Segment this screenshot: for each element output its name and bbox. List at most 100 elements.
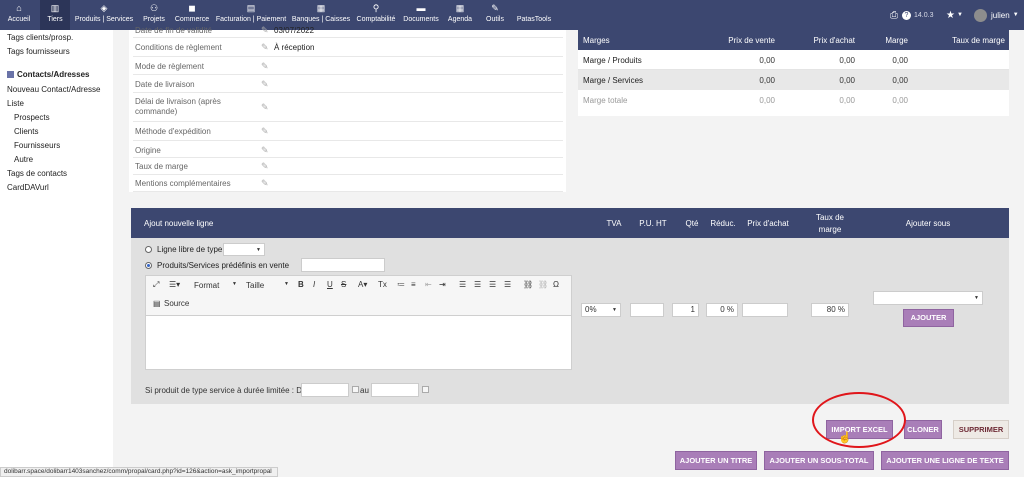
printer-icon[interactable]: ⎙ (890, 10, 898, 21)
pencil-icon[interactable]: ✎ (261, 25, 269, 36)
avatar[interactable] (974, 8, 987, 22)
style-icon[interactable]: ☰▾ (169, 280, 180, 289)
bold-icon[interactable]: B (298, 280, 304, 289)
nav-tiers[interactable]: ▥ Tiers (40, 0, 70, 30)
field-row-mentions: Mentions complémentaires ✎ (133, 175, 563, 192)
indent-icon[interactable]: ⇥ (439, 280, 446, 289)
nav-produits-services[interactable]: ◈ Produits | Services (73, 0, 135, 30)
tva-select[interactable]: 0% ▼ (581, 303, 621, 317)
pencil-icon[interactable]: ✎ (261, 42, 269, 53)
omega-icon[interactable]: Ω (553, 280, 559, 289)
sidebar-section-contacts[interactable]: Contacts/Adresses (7, 70, 89, 79)
radio-ligne-libre[interactable] (145, 246, 152, 253)
align-right-icon[interactable]: ☰ (489, 280, 496, 289)
sidebar-item-liste[interactable]: Liste (7, 99, 24, 108)
source-icon[interactable]: ▤ (153, 299, 161, 308)
field-label: Délai de livraison (après commande) (135, 97, 221, 116)
supprimer-button[interactable]: SUPPRIMER (953, 420, 1009, 439)
link-icon[interactable]: ⛓ (523, 280, 533, 289)
align-left-icon[interactable]: ☰ (459, 280, 466, 289)
field-row-taux-marge: Taux de marge ✎ (133, 158, 563, 175)
col-header-reduc: Réduc. (710, 219, 736, 228)
pencil-icon[interactable]: ✎ (261, 61, 269, 72)
home-icon: ⌂ (16, 3, 22, 13)
user-name[interactable]: julien (991, 11, 1010, 20)
size-dropdown[interactable]: Taille (246, 281, 264, 290)
sidebar-item-clients[interactable]: Clients (14, 127, 38, 136)
source-button[interactable]: Source (164, 299, 189, 308)
suitcase-icon: ◼ (188, 3, 196, 13)
pencil-icon[interactable]: ✎ (261, 178, 269, 189)
propal-fields: Date de fin de validité ✎ 03/07/2022 Con… (129, 25, 566, 192)
type-select[interactable]: ▼ (223, 243, 265, 256)
star-icon[interactable]: ★ (946, 10, 955, 21)
pencil-icon[interactable]: ✎ (261, 145, 269, 156)
ajouter-titre-button[interactable]: AJOUTER UN TITRE (675, 451, 757, 470)
sidebar-item-fournisseurs[interactable]: Fournisseurs (14, 141, 60, 150)
numbered-list-icon[interactable]: ≔ (397, 280, 405, 289)
sidebar-item-nouveau-contact[interactable]: Nouveau Contact/Adresse (7, 85, 100, 94)
maximize-icon[interactable]: ⤢ (153, 280, 159, 290)
chevron-down-icon[interactable]: ▼ (957, 12, 963, 18)
outdent-icon[interactable]: ⇤ (425, 280, 432, 289)
table-row: Marge / Produits 0,00 0,00 0,00 (578, 50, 1009, 70)
pencil-icon[interactable]: ✎ (261, 161, 269, 172)
cell-prix-achat: 0,00 (839, 96, 855, 105)
tva-value: 0% (585, 305, 597, 314)
editor-toolbar: ⤢ ☰▾ Format ▼ Taille ▼ B I U S A▾ Tx ≔ ≡… (146, 276, 571, 316)
col-header-taux-marge: Taux de (815, 213, 845, 222)
chevron-down-icon[interactable]: ▼ (232, 281, 237, 287)
cloner-button[interactable]: CLONER (904, 420, 942, 439)
service-end-date-input[interactable] (371, 383, 419, 397)
sidebar-item-autre[interactable]: Autre (14, 155, 33, 164)
ajouter-sous-total-button[interactable]: AJOUTER UN SOUS-TOTAL (764, 451, 874, 470)
reduc-input[interactable]: 0 % (706, 303, 738, 317)
sidebar-item-prospects[interactable]: Prospects (14, 113, 50, 122)
chevron-down-icon: ▼ (256, 247, 261, 253)
unlink-icon[interactable]: ⛓ (538, 280, 548, 289)
ajouter-button[interactable]: AJOUTER (903, 309, 954, 327)
sidebar-item-tags-clients[interactable]: Tags clients/prosp. (7, 33, 73, 42)
service-start-date-input[interactable] (301, 383, 349, 397)
description-editor[interactable]: ⤢ ☰▾ Format ▼ Taille ▼ B I U S A▾ Tx ≔ ≡… (145, 275, 572, 370)
col-header-pu-ht: P.U. HT (639, 219, 667, 228)
highlight-circle (812, 392, 906, 448)
product-search-input[interactable] (301, 258, 385, 272)
field-label: Mentions complémentaires (135, 179, 231, 188)
sidebar-item-tags-contacts[interactable]: Tags de contacts (7, 169, 67, 178)
clear-format-icon[interactable]: Tx (378, 280, 387, 289)
align-center-icon[interactable]: ☰ (474, 280, 481, 289)
chevron-down-icon[interactable]: ▼ (284, 281, 289, 287)
field-row-origine: Origine ✎ (133, 141, 563, 158)
nav-accueil[interactable]: ⌂ Accueil (4, 0, 34, 30)
underline-icon[interactable]: U (327, 280, 333, 289)
sidebar-item-carddavurl[interactable]: CardDAVurl (7, 183, 49, 192)
calendar-icon[interactable] (352, 386, 359, 393)
format-dropdown[interactable]: Format (194, 281, 219, 290)
sidebar-item-tags-fournisseurs[interactable]: Tags fournisseurs (7, 47, 70, 56)
text-color-icon[interactable]: A▾ (358, 280, 367, 289)
taux-marge-input[interactable]: 80 % (811, 303, 849, 317)
radio-produits-predefinis[interactable] (145, 262, 152, 269)
ajouter-sous-select[interactable]: ▼ (873, 291, 983, 305)
field-row-mode-reglement: Mode de règlement ✎ (133, 57, 563, 75)
calendar-icon[interactable] (422, 386, 429, 393)
help-icon[interactable]: ? (902, 10, 911, 20)
cell-prix-vente: 0,00 (759, 56, 775, 65)
ajouter-ligne-texte-button[interactable]: AJOUTER UNE LIGNE DE TEXTE (881, 451, 1009, 470)
prix-achat-input[interactable] (742, 303, 788, 317)
italic-icon[interactable]: I (313, 280, 315, 289)
pu-ht-input[interactable] (630, 303, 664, 317)
align-justify-icon[interactable]: ☰ (504, 280, 511, 289)
col-header-tva: TVA (606, 219, 622, 228)
bullet-list-icon[interactable]: ≡ (411, 280, 416, 289)
status-url-bar: dolibarr.space/dolibarr1403sanchez/comm/… (0, 467, 278, 477)
pencil-icon[interactable]: ✎ (261, 126, 269, 137)
bank-icon: ▦ (316, 3, 326, 13)
strike-icon[interactable]: S (341, 280, 346, 289)
qty-input[interactable]: 1 (672, 303, 699, 317)
row-label: Marge / Produits (583, 56, 642, 65)
pencil-icon[interactable]: ✎ (261, 79, 269, 90)
chevron-down-icon[interactable]: ▼ (1013, 12, 1019, 18)
pencil-icon[interactable]: ✎ (261, 102, 269, 113)
